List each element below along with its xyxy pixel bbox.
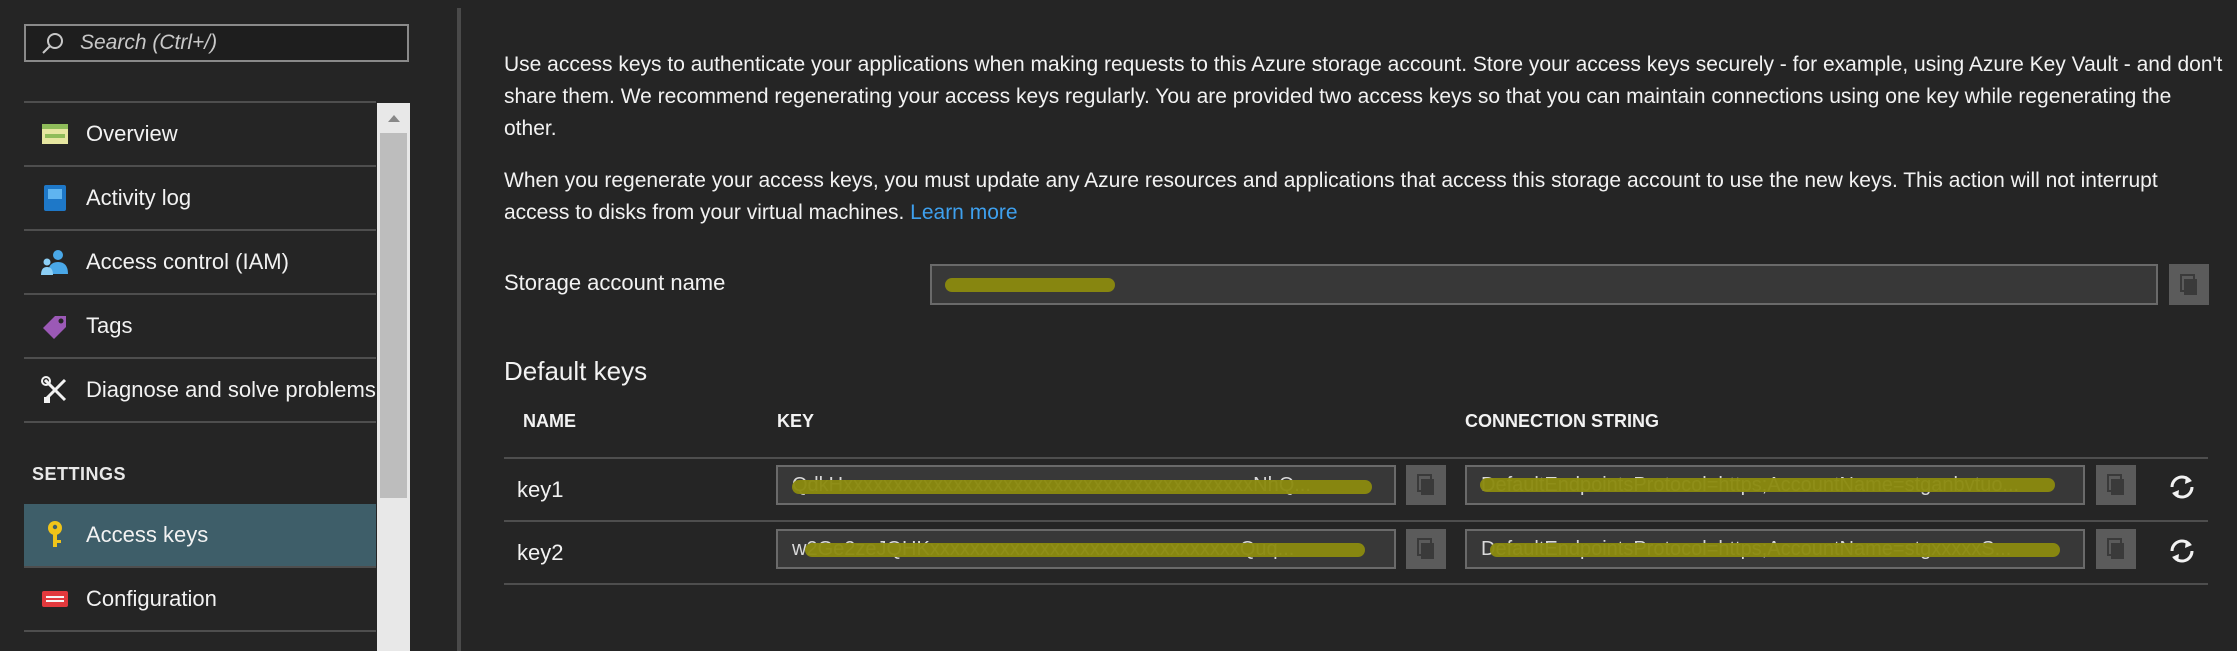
- regenerate-text: When you regenerate your access keys, yo…: [504, 169, 2158, 224]
- sidebar-item-configuration[interactable]: Configuration: [24, 568, 376, 632]
- sidebar-item-label: Configuration: [86, 586, 217, 611]
- sidebar-scrollbar[interactable]: [377, 103, 410, 651]
- regenerate-info: When you regenerate your access keys, yo…: [504, 165, 2224, 229]
- copy-icon: [2180, 273, 2197, 295]
- left-panel: Overview Activity log Access control (IA…: [0, 0, 457, 651]
- iam-icon: [40, 247, 70, 277]
- scrollbar-thumb[interactable]: [380, 133, 407, 498]
- activity-log-icon: [40, 183, 70, 213]
- search-input[interactable]: [78, 30, 402, 56]
- overview-icon: [40, 119, 70, 149]
- redaction-mark: [1490, 543, 2060, 557]
- redaction-mark: [1480, 478, 2055, 492]
- settings-nav: Access keys Configuration: [24, 504, 376, 632]
- copy-connection-string-button[interactable]: [2096, 529, 2136, 569]
- sidebar-item-label: Diagnose and solve problems: [86, 377, 376, 402]
- scroll-up-arrow-icon[interactable]: [377, 103, 410, 133]
- default-keys-heading: Default keys: [504, 356, 648, 386]
- sidebar-item-label: Activity log: [86, 185, 192, 210]
- copy-storage-name-button[interactable]: [2169, 264, 2209, 305]
- sidebar-item-label: Tags: [86, 313, 133, 338]
- sidebar-item-activity-log[interactable]: Activity log: [24, 167, 376, 231]
- copy-icon: [1417, 474, 1434, 495]
- column-header-connection-string: CONNECTION STRING: [1465, 411, 1660, 431]
- panel-divider[interactable]: [457, 8, 461, 651]
- sidebar-item-label: Access control (IAM): [86, 249, 289, 274]
- redaction-mark: [805, 543, 1365, 557]
- copy-icon: [2107, 538, 2124, 559]
- sidebar-nav: Overview Activity log Access control (IA…: [24, 103, 376, 423]
- key-name: key2: [517, 540, 564, 565]
- redaction-mark: [945, 278, 1115, 292]
- learn-more-link[interactable]: Learn more: [910, 201, 1017, 224]
- regenerate-key-button[interactable]: [2162, 467, 2202, 507]
- wrench-icon: [40, 375, 70, 405]
- sidebar-item-overview[interactable]: Overview: [24, 103, 376, 167]
- sidebar-item-label: Access keys: [86, 522, 209, 547]
- tag-icon: [40, 311, 70, 341]
- refresh-icon: [2170, 539, 2194, 563]
- table-divider: [504, 583, 2208, 585]
- configuration-icon: [40, 584, 70, 614]
- column-header-name: NAME: [523, 411, 576, 431]
- column-header-key: KEY: [777, 411, 815, 431]
- search-icon: [42, 33, 63, 54]
- sidebar-item-access-keys[interactable]: Access keys: [24, 504, 376, 568]
- sidebar-item-iam[interactable]: Access control (IAM): [24, 231, 376, 295]
- sidebar-item-diagnose[interactable]: Diagnose and solve problems: [24, 359, 376, 423]
- copy-icon: [1417, 538, 1434, 559]
- copy-key-button[interactable]: [1406, 465, 1446, 505]
- copy-key-button[interactable]: [1406, 529, 1446, 569]
- copy-connection-string-button[interactable]: [2096, 465, 2136, 505]
- storage-account-label: Storage account name: [504, 270, 726, 295]
- copy-icon: [2107, 474, 2124, 495]
- key-icon: [40, 520, 70, 550]
- search-box[interactable]: [24, 24, 409, 62]
- settings-section-title: SETTINGS: [32, 464, 127, 484]
- table-divider: [504, 457, 2208, 459]
- regenerate-key-button[interactable]: [2162, 531, 2202, 571]
- intro-text: Use access keys to authenticate your app…: [504, 53, 2223, 140]
- refresh-icon: [2170, 475, 2194, 499]
- redaction-mark: [792, 480, 1372, 494]
- sidebar-item-label: Overview: [86, 121, 178, 146]
- key-name: key1: [517, 477, 564, 502]
- table-divider: [504, 520, 2208, 522]
- sidebar-item-tags[interactable]: Tags: [24, 295, 376, 359]
